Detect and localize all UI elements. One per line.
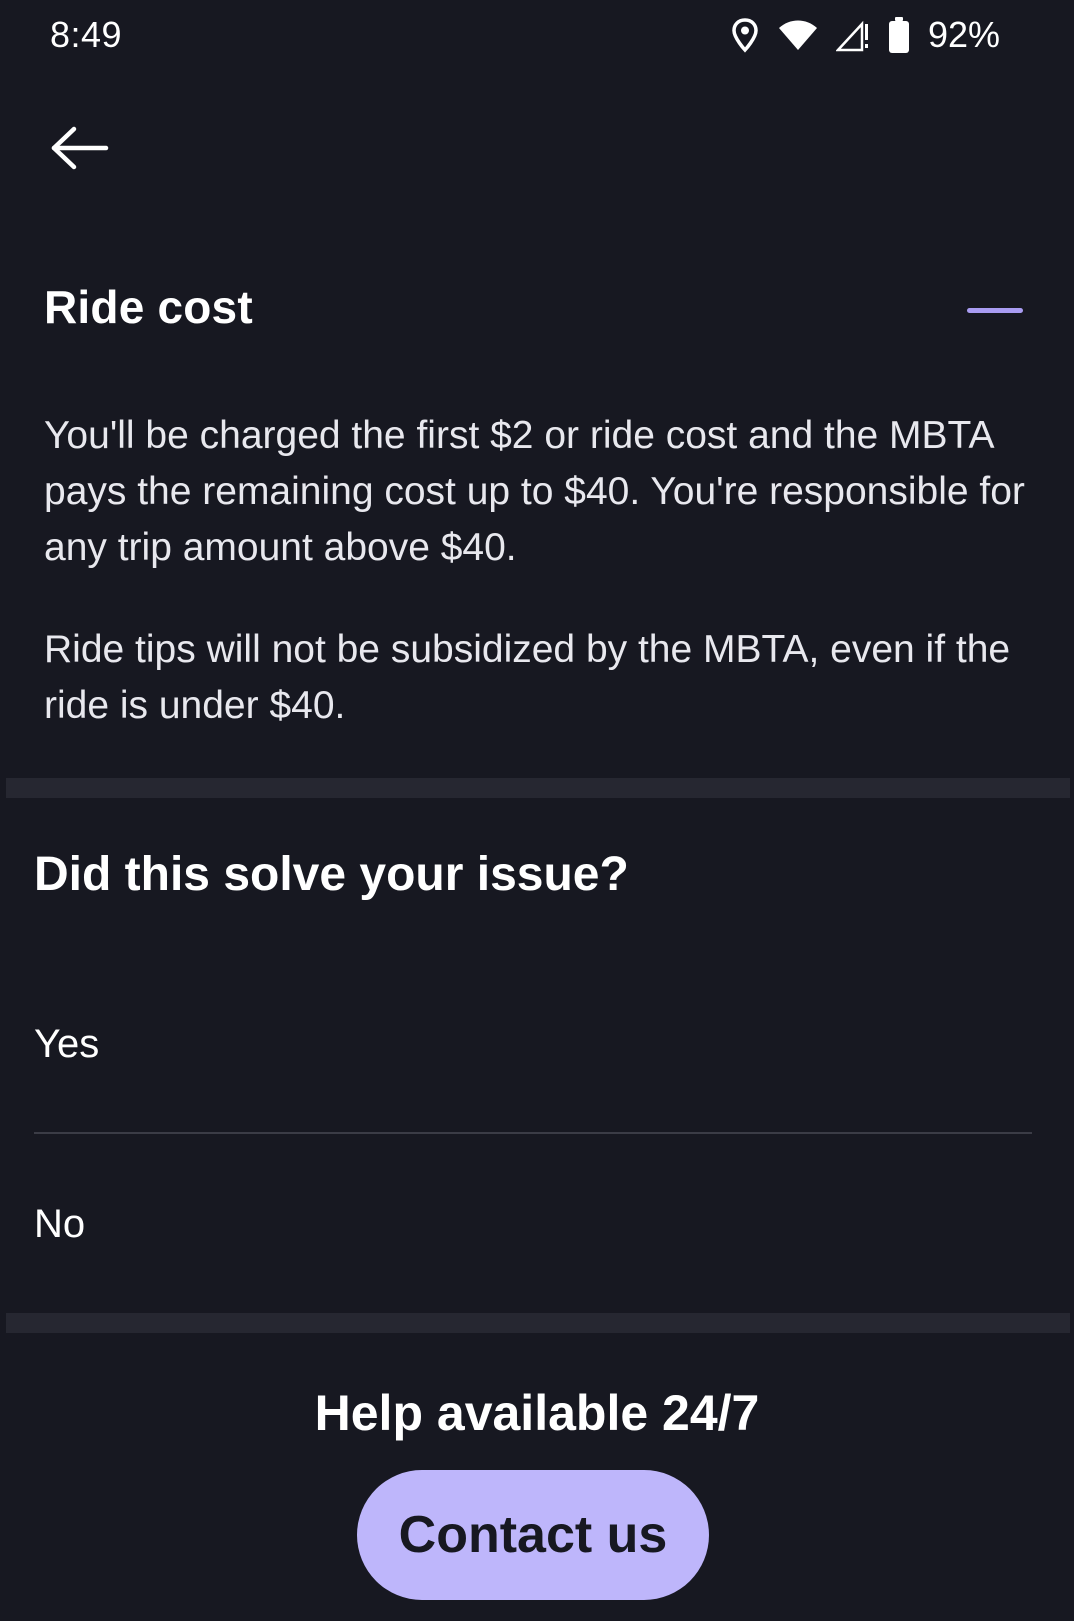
collapse-button[interactable] bbox=[962, 292, 1028, 328]
option-divider bbox=[34, 1132, 1032, 1134]
article-paragraph: Ride tips will not be subsidized by the … bbox=[44, 628, 1011, 727]
section-divider bbox=[6, 778, 1070, 798]
feedback-question: Did this solve your issue? bbox=[34, 848, 629, 901]
minus-icon bbox=[967, 307, 1023, 313]
status-bar: 8:49 92% bbox=[0, 0, 1074, 70]
contact-us-button[interactable]: Contact us bbox=[357, 1470, 709, 1600]
status-icons: 92% bbox=[730, 14, 1000, 56]
article-paragraph: You'll be charged the first $2 or ride c… bbox=[44, 414, 1025, 569]
battery-icon bbox=[888, 16, 910, 54]
battery-percent: 92% bbox=[927, 14, 1000, 55]
feedback-option-yes[interactable]: Yes bbox=[34, 994, 1032, 1094]
signal-icon bbox=[835, 18, 870, 52]
feedback-option-no[interactable]: No bbox=[34, 1174, 1032, 1274]
location-icon bbox=[730, 17, 760, 53]
option-label: No bbox=[34, 1201, 86, 1246]
help-article-screen: 8:49 92% Ride cost You'll be charged the… bbox=[0, 0, 1074, 1621]
arrow-left-icon bbox=[50, 126, 110, 175]
back-button[interactable] bbox=[40, 112, 120, 188]
help-title: Help available 24/7 bbox=[314, 1385, 760, 1441]
wifi-icon bbox=[778, 19, 818, 51]
status-time: 8:49 bbox=[50, 14, 123, 55]
option-label: Yes bbox=[34, 1021, 100, 1066]
section-divider bbox=[6, 1313, 1070, 1333]
section-title: Ride cost bbox=[44, 281, 253, 333]
